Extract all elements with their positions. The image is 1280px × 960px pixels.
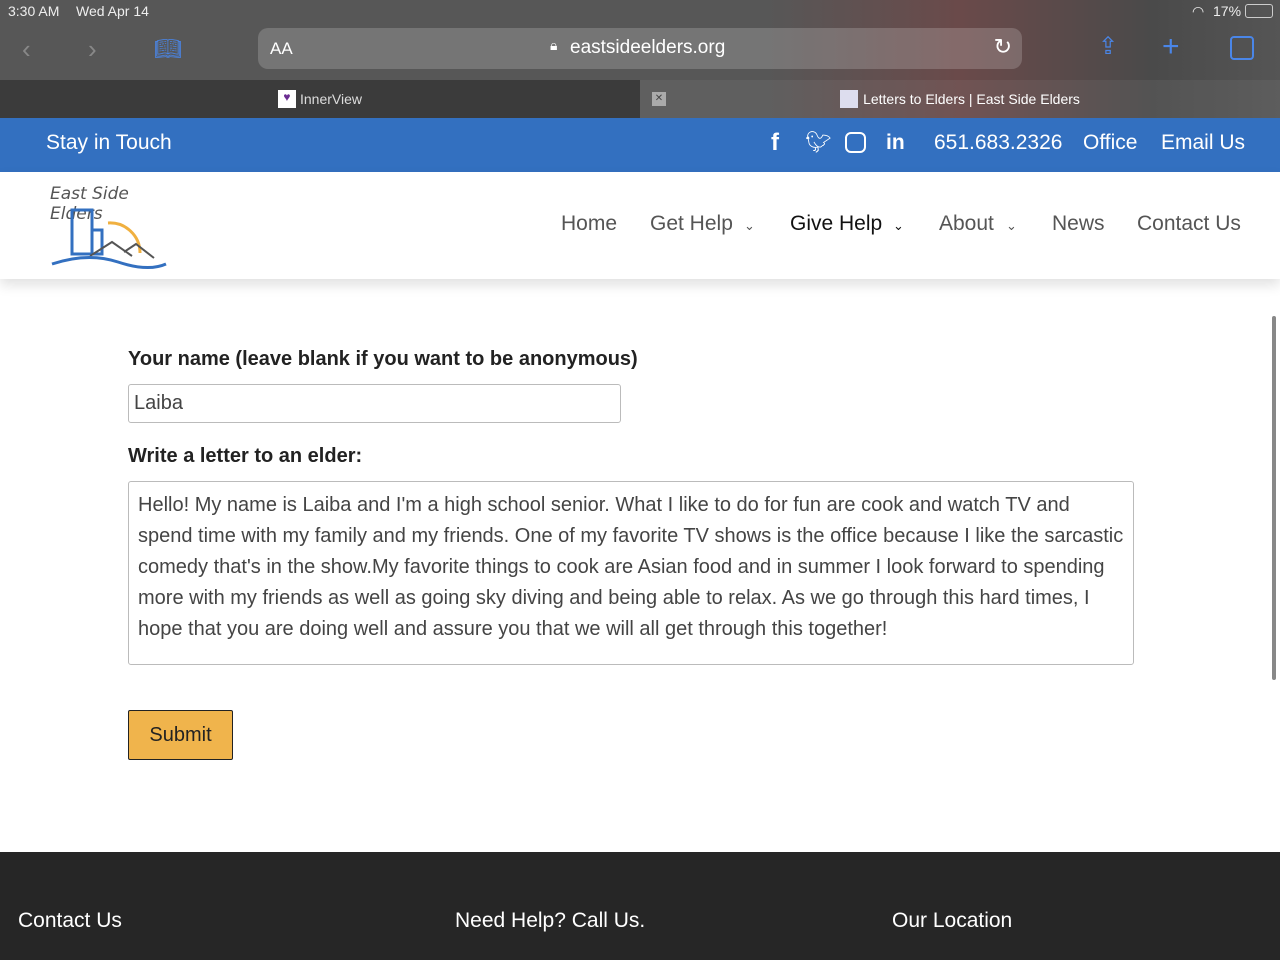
phone-link[interactable]: 651.683.2326 <box>934 131 1062 155</box>
submit-button[interactable]: Submit <box>128 710 233 760</box>
status-time: 3:30 AM <box>8 3 60 19</box>
battery-icon <box>1245 4 1273 18</box>
name-label: Your name (leave blank if you want to be… <box>128 348 638 370</box>
tab-close-icon[interactable]: ✕ <box>652 92 666 106</box>
lock-icon: 🔒︎ <box>550 37 558 53</box>
share-icon[interactable]: ⇪ <box>1098 32 1118 61</box>
innerview-favicon: ♥ <box>277 90 296 108</box>
reader-aa-button[interactable]: AA <box>270 39 293 59</box>
top-bar: Stay in Touch f 🐦︎ in 651.683.2326 Offic… <box>0 118 1280 172</box>
nav-contact-us[interactable]: Contact Us <box>1137 212 1241 236</box>
tab-title: Letters to Elders | East Side Elders <box>863 91 1080 107</box>
address-bar[interactable]: AA 🔒︎ eastsideelders.org ↻ <box>258 28 1022 69</box>
logo-graphic <box>51 208 167 269</box>
twitter-icon[interactable]: 🐦︎ <box>805 131 832 155</box>
name-input[interactable] <box>128 384 621 423</box>
office-link[interactable]: Office <box>1083 131 1137 155</box>
stay-in-touch: Stay in Touch <box>46 131 172 154</box>
instagram-icon[interactable] <box>845 132 866 153</box>
chevron-down-icon: ⌄ <box>1006 218 1017 233</box>
footer-location-heading: Our Location <box>892 909 1013 932</box>
linkedin-icon[interactable]: in <box>886 131 905 155</box>
tabs-icon[interactable] <box>1230 36 1254 60</box>
site-header: East Side Elders Home Get Help ⌄ Give He… <box>0 172 1280 279</box>
tab-title: InnerView <box>299 91 362 107</box>
wifi-icon: ◠ <box>1192 3 1205 19</box>
letter-label: Write a letter to an elder: <box>128 445 363 467</box>
battery-level: 17% <box>1213 3 1242 19</box>
url-text: eastsideelders.org <box>570 37 726 58</box>
tab-innerview[interactable]: ♥ InnerView <box>0 80 640 118</box>
forward-icon[interactable]: › <box>88 34 97 65</box>
tab-letters[interactable]: ✕ Letters to Elders | East Side Elders <box>640 80 1280 118</box>
status-date: Wed Apr 14 <box>76 3 149 19</box>
footer-contact-heading: Contact Us <box>18 909 122 932</box>
new-tab-icon[interactable]: + <box>1162 30 1180 64</box>
nav-news[interactable]: News <box>1052 212 1105 236</box>
bookmarks-icon[interactable]: 📖︎ <box>154 36 182 62</box>
chevron-down-icon: ⌄ <box>893 218 904 233</box>
nav-home[interactable]: Home <box>561 212 617 236</box>
letter-textarea[interactable]: Hello! My name is Laiba and I'm a high s… <box>128 481 1134 665</box>
chevron-down-icon: ⌄ <box>744 218 755 233</box>
ese-favicon <box>840 90 859 108</box>
browser-chrome: 3:30 AM Wed Apr 14 ◠ 17% ‹ › 📖︎ AA 🔒︎ ea… <box>0 0 1280 118</box>
footer: Contact Us Need Help? Call Us. Our Locat… <box>0 852 1280 960</box>
nav-give-help[interactable]: Give Help <box>790 212 882 236</box>
facebook-icon[interactable]: f <box>771 129 779 157</box>
scrollbar[interactable] <box>1272 316 1276 680</box>
back-icon[interactable]: ‹ <box>22 34 31 65</box>
nav-about[interactable]: About <box>939 212 994 236</box>
reload-icon[interactable]: ↻ <box>994 34 1012 60</box>
email-link[interactable]: Email Us <box>1161 131 1245 155</box>
nav-get-help[interactable]: Get Help <box>650 212 733 236</box>
logo[interactable]: East Side Elders <box>48 184 170 270</box>
footer-help-heading: Need Help? Call Us. <box>455 909 646 932</box>
